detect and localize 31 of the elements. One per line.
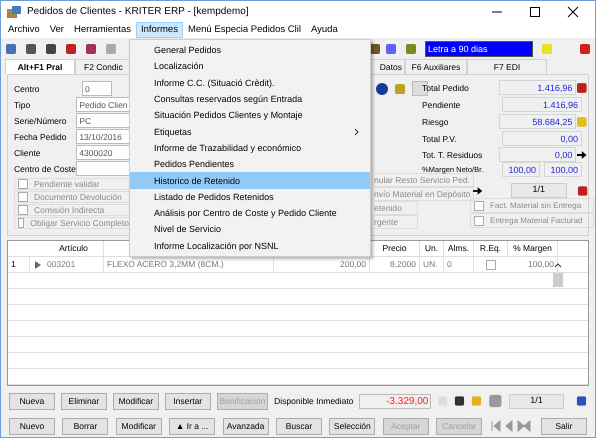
total-value: 1.416,96 — [499, 80, 576, 96]
table-cell: UN. — [420, 257, 444, 274]
total-label: Pendiente — [422, 100, 462, 110]
disponible-field: -3.329,00 — [359, 394, 432, 409]
field-label: Serie/Número — [14, 116, 68, 126]
total-value: 1.416,96 — [502, 97, 582, 112]
total-label: Total P.V. — [422, 134, 458, 144]
table-cell: 003201 — [44, 257, 104, 274]
table-cell: 0 — [444, 257, 474, 274]
option-label: nvío Material en Depósito — [374, 187, 474, 202]
row-number: 1 — [8, 257, 30, 274]
option-label: rgente — [374, 215, 418, 230]
page-indicator: 1/1 — [508, 394, 564, 409]
disponible-label: Disponible Inmediato — [274, 396, 354, 406]
option-label: etenido — [374, 201, 418, 216]
total-value: 58.684,25 — [499, 114, 576, 130]
field-label: Centro — [14, 84, 41, 94]
total-label: Total Pedido — [422, 82, 470, 93]
total-value: 0,00 — [502, 131, 582, 146]
field-label: Fecha Pedido — [14, 132, 68, 142]
field-label: Centro de Coste — [14, 164, 76, 174]
option-label: nular Resto Servicio Ped. — [374, 173, 474, 188]
total-label: Riesgo — [422, 116, 450, 127]
total-label: Tot. T. Residuos — [422, 150, 484, 160]
page-indicator: 1/1 — [510, 183, 567, 198]
field-label: Tipo — [14, 100, 32, 110]
total-value: 0,00 — [499, 147, 576, 162]
total-value: 100,00 — [544, 162, 582, 178]
field-label: Cliente — [14, 148, 42, 158]
window-title: Pedidos de Clientes - KRITER ERP - [kempdemo] — [27, 6, 250, 18]
total-value: 100,00 — [502, 162, 540, 178]
